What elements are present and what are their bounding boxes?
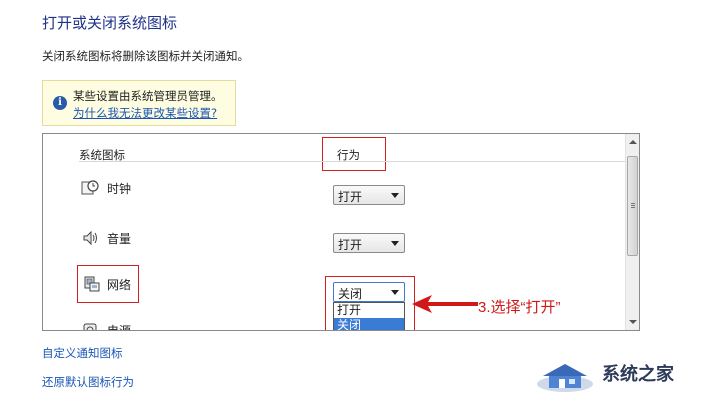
clock-behavior-value: 打开 bbox=[338, 190, 363, 204]
scroll-up-arrow-icon[interactable] bbox=[629, 140, 637, 144]
callout-text: 3.选择“打开” bbox=[478, 299, 561, 316]
list-scrollbar[interactable] bbox=[625, 134, 639, 330]
scrollbar-grip bbox=[631, 203, 635, 204]
info-message: 某些设置由系统管理员管理。 bbox=[73, 89, 223, 103]
chevron-down-icon bbox=[391, 241, 399, 246]
scroll-down-arrow-icon[interactable] bbox=[629, 320, 637, 324]
chevron-down-icon bbox=[391, 193, 399, 198]
row-label-power: 电源 bbox=[107, 324, 132, 331]
power-icon bbox=[81, 321, 99, 330]
network-behavior-dropdown[interactable]: 关闭 bbox=[333, 282, 405, 302]
scrollbar-thumb[interactable] bbox=[627, 156, 638, 256]
restore-default-icon-behavior-link[interactable]: 还原默认图标行为 bbox=[42, 374, 134, 390]
network-dropdown-list: 打开 关闭 bbox=[333, 302, 405, 330]
watermark-brand: 系统之家 bbox=[602, 364, 674, 384]
why-cant-change-link[interactable]: 为什么我无法更改某些设置? bbox=[73, 105, 217, 121]
brand-logo bbox=[535, 358, 595, 394]
dropdown-option-open[interactable]: 打开 bbox=[334, 303, 404, 318]
customize-notification-icons-link[interactable]: 自定义通知图标 bbox=[42, 345, 123, 361]
volume-behavior-value: 打开 bbox=[338, 238, 363, 252]
speaker-icon bbox=[81, 229, 99, 247]
row-label-volume: 音量 bbox=[107, 232, 132, 246]
info-icon: i bbox=[53, 96, 67, 110]
volume-behavior-dropdown[interactable]: 打开 bbox=[333, 233, 405, 253]
scrollbar-grip bbox=[631, 205, 635, 206]
chevron-down-icon bbox=[391, 290, 399, 295]
row-label-clock: 时钟 bbox=[107, 182, 132, 196]
scrollbar-grip bbox=[631, 207, 635, 208]
page-subtitle: 关闭系统图标将删除该图标并关闭通知。 bbox=[42, 49, 249, 63]
clock-behavior-dropdown[interactable]: 打开 bbox=[333, 185, 405, 205]
header-divider bbox=[79, 161, 631, 162]
network-icon bbox=[83, 275, 101, 293]
network-behavior-value: 关闭 bbox=[338, 287, 363, 301]
dropdown-option-close[interactable]: 关闭 bbox=[334, 318, 404, 330]
page-title: 打开或关闭系统图标 bbox=[42, 14, 178, 32]
row-label-network: 网络 bbox=[107, 278, 132, 292]
clock-icon bbox=[81, 179, 99, 197]
admin-info-box: i 某些设置由系统管理员管理。 为什么我无法更改某些设置? bbox=[42, 80, 236, 126]
callout-arrow bbox=[412, 295, 478, 313]
